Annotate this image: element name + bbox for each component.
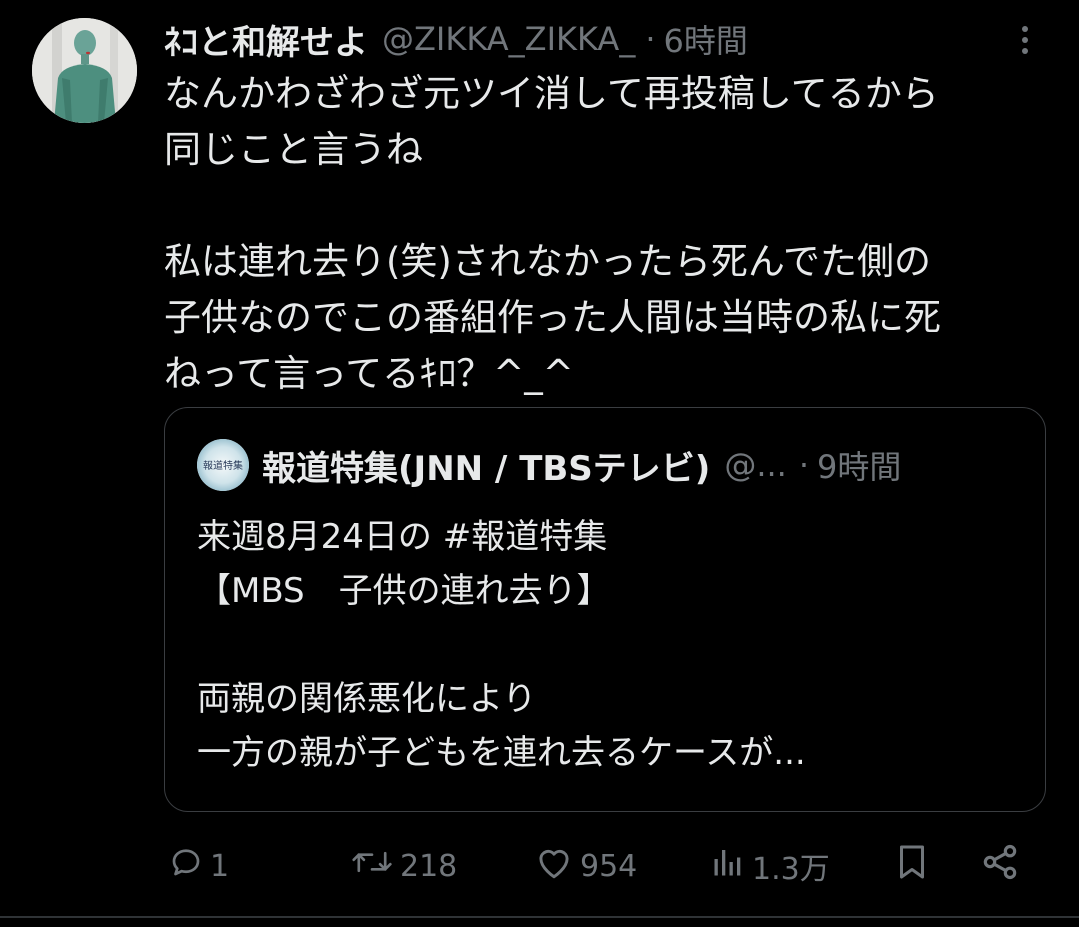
share-icon — [980, 842, 1020, 890]
tweet-action-bar: 1 218 954 1.3万 — [164, 838, 1044, 894]
author-display-name[interactable]: ﾈｺと和解せよ — [164, 15, 368, 64]
bookmark-button[interactable] — [894, 838, 930, 894]
quoted-text-line — [197, 618, 1027, 672]
quoted-tweet-card[interactable]: 報道特集 報道特集(JNN / TBSテレビ) @... · 9時間 来週8月2… — [164, 407, 1046, 812]
quoted-tweet-timestamp[interactable]: 9時間 — [817, 442, 901, 488]
quoted-text-line: 来週8月24日の #報道特集 — [197, 517, 608, 557]
tweet-text-line: ねって言ってるｷﾛ？^_^ — [164, 352, 574, 395]
author-avatar[interactable] — [32, 18, 137, 123]
share-button[interactable] — [980, 838, 1020, 894]
retweet-icon — [350, 844, 394, 888]
views-count: 1.3万 — [752, 852, 830, 887]
heart-icon — [534, 844, 574, 888]
tweet-text-line: 子供なのでこの番組作った人間は当時の私に死 — [164, 296, 941, 339]
tweet-text: なんかわざわざ元ツイ消して再投稿してるから 同じこと言うね 私は連れ去り(笑)さ… — [164, 66, 1064, 402]
quoted-header-separator: · — [798, 446, 810, 484]
like-button[interactable]: 954 — [534, 838, 637, 894]
tweet-text-line: 私は連れ去り(笑)されなかったら死んでた側の — [164, 240, 932, 283]
like-count: 954 — [580, 848, 638, 884]
bookmark-icon — [894, 842, 930, 890]
quoted-author-display-name[interactable]: 報道特集(JNN / TBSテレビ) — [262, 441, 710, 490]
quoted-text-line: 一方の親が子どもを連れ去るケースが... — [197, 733, 806, 773]
tweet-text-line: 同じこと言うね — [164, 128, 423, 171]
quoted-tweet-text: 来週8月24日の #報道特集 【MBS 子供の連れ去り】 両親の関係悪化により … — [197, 510, 1027, 780]
bottom-divider — [0, 916, 1079, 918]
quoted-avatar-logo-text: 報道特集 — [203, 459, 243, 472]
retweet-count: 218 — [400, 848, 458, 884]
author-handle[interactable]: @ZIKKA_ZIKKA_ — [382, 20, 635, 58]
tweet-text-line — [164, 178, 1064, 234]
reply-button[interactable]: 1 — [168, 838, 229, 894]
tweet-header: ﾈｺと和解せよ @ZIKKA_ZIKKA_ · 6時間 — [164, 14, 944, 64]
quoted-author-avatar[interactable]: 報道特集 — [197, 439, 249, 491]
quoted-tweet-header: 報道特集(JNN / TBSテレビ) @... · 9時間 — [262, 438, 1032, 492]
quoted-text-line: 【MBS 子供の連れ去り】 — [197, 571, 611, 611]
views-button[interactable]: 1.3万 — [710, 838, 830, 894]
reply-count: 1 — [210, 848, 230, 884]
quoted-author-handle[interactable]: @... — [724, 446, 787, 484]
views-chart-icon — [710, 844, 746, 888]
quoted-text-line: 両親の関係悪化により — [197, 679, 537, 719]
more-vertical-icon[interactable] — [1010, 22, 1040, 58]
retweet-button[interactable]: 218 — [350, 838, 457, 894]
reply-icon — [168, 844, 204, 888]
tweet-text-line: なんかわざわざ元ツイ消して再投稿してるから — [164, 72, 939, 115]
header-separator: · — [645, 20, 656, 58]
tweet-timestamp[interactable]: 6時間 — [663, 16, 747, 62]
